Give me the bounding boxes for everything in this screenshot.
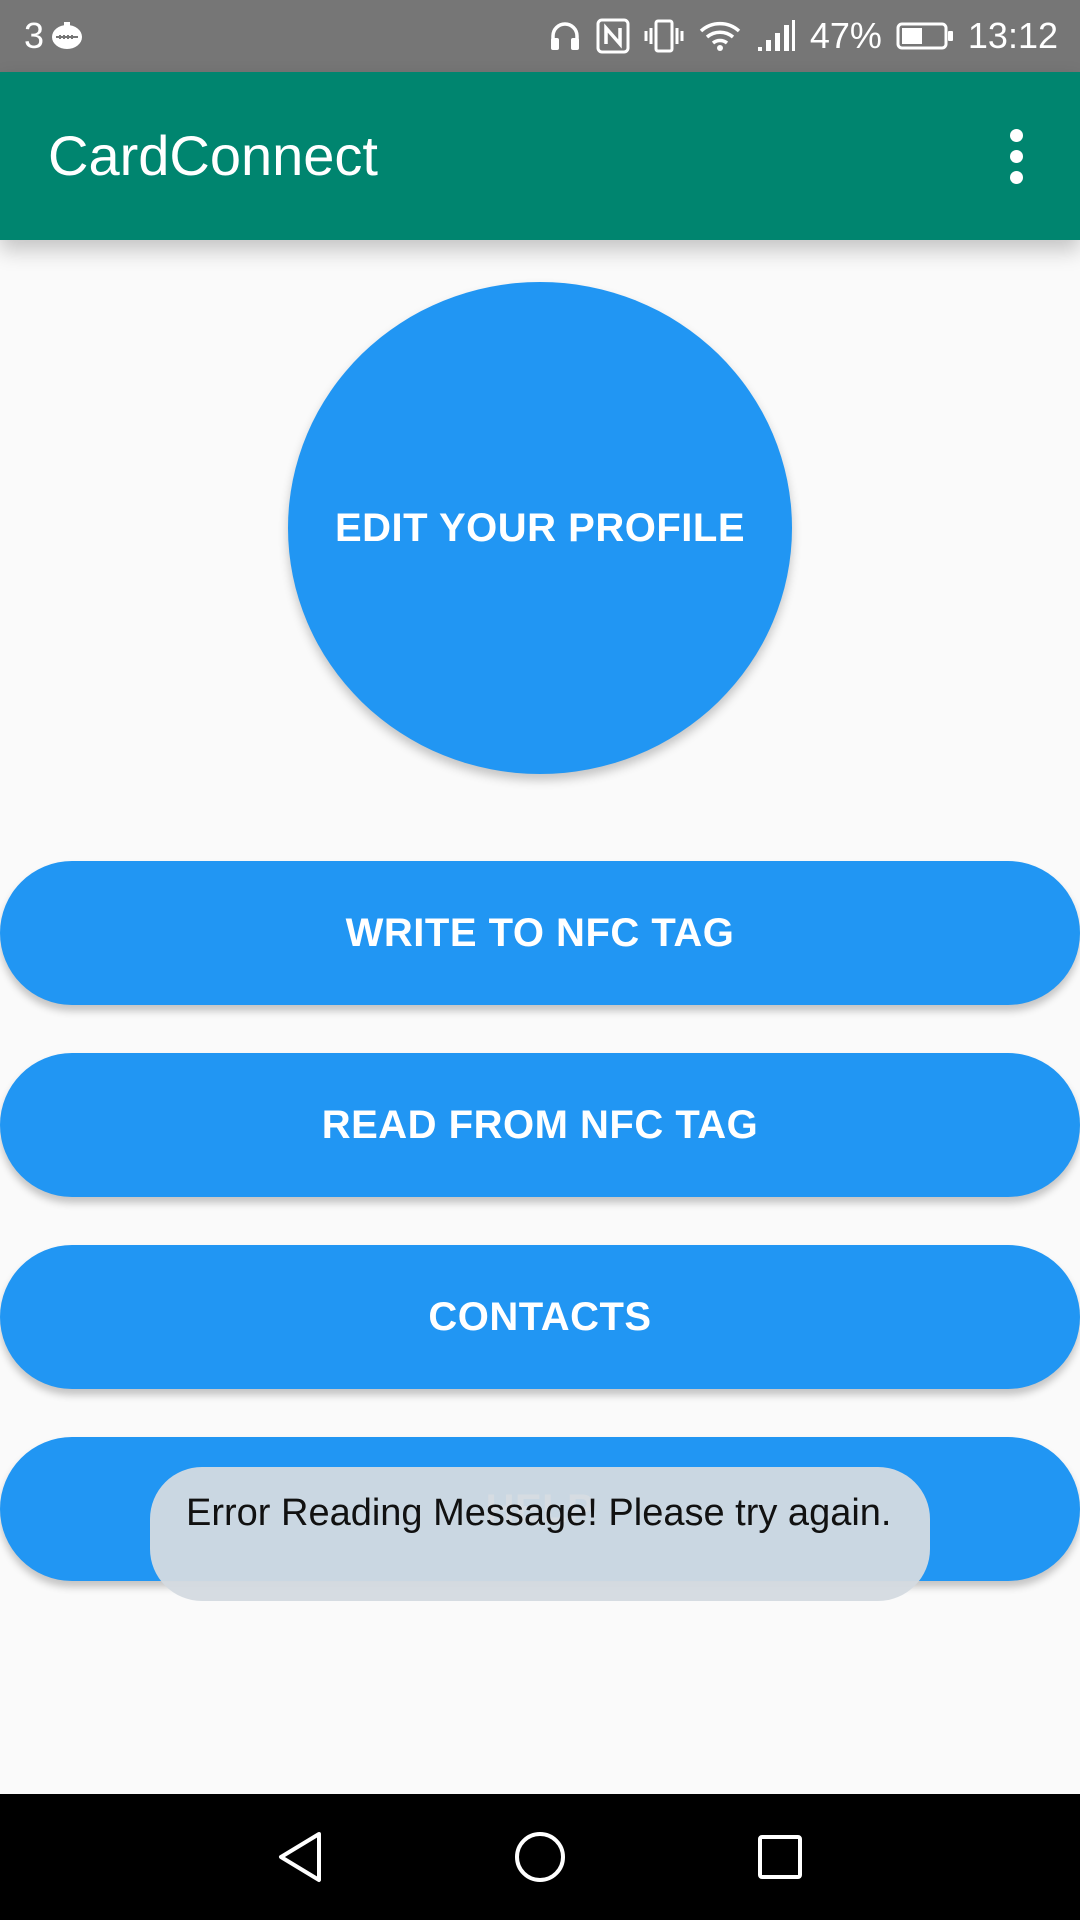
vibrate-icon (644, 18, 684, 54)
headphones-icon (548, 19, 582, 53)
app-bar: CardConnect (0, 72, 1080, 240)
write-nfc-button[interactable]: WRITE TO NFC TAG (0, 861, 1080, 1005)
overflow-menu-icon[interactable] (986, 126, 1046, 186)
notification-count: 3 (24, 15, 45, 56)
menu-dot (1009, 128, 1023, 142)
signal-icon (756, 19, 796, 53)
menu-dot (1009, 170, 1023, 184)
wifi-icon (698, 19, 742, 53)
edit-profile-button[interactable]: EDIT YOUR PROFILE (288, 282, 792, 774)
screen: 3 47% 13:12 CardConnect EDIT YOUR PROFIL… (0, 0, 1080, 1920)
recents-icon[interactable] (750, 1827, 810, 1887)
home-icon[interactable] (510, 1827, 570, 1887)
nfc-icon (596, 18, 630, 54)
battery-icon (896, 21, 954, 51)
contacts-button[interactable]: CONTACTS (0, 1245, 1080, 1389)
error-toast: Error Reading Message! Please try again. (150, 1467, 930, 1601)
status-left: 3 (24, 0, 84, 72)
read-nfc-button[interactable]: READ FROM NFC TAG (0, 1053, 1080, 1197)
battery-percent: 47% (809, 15, 882, 56)
menu-dot (1009, 149, 1023, 163)
status-bar: 3 47% 13:12 (0, 0, 1080, 72)
notification-app-icon (50, 21, 84, 51)
app-title: CardConnect (48, 124, 378, 187)
navigation-bar (0, 1794, 1080, 1920)
clock: 13:12 (967, 15, 1058, 56)
status-right: 47% 13:12 (548, 0, 1058, 72)
back-icon[interactable] (270, 1827, 330, 1887)
